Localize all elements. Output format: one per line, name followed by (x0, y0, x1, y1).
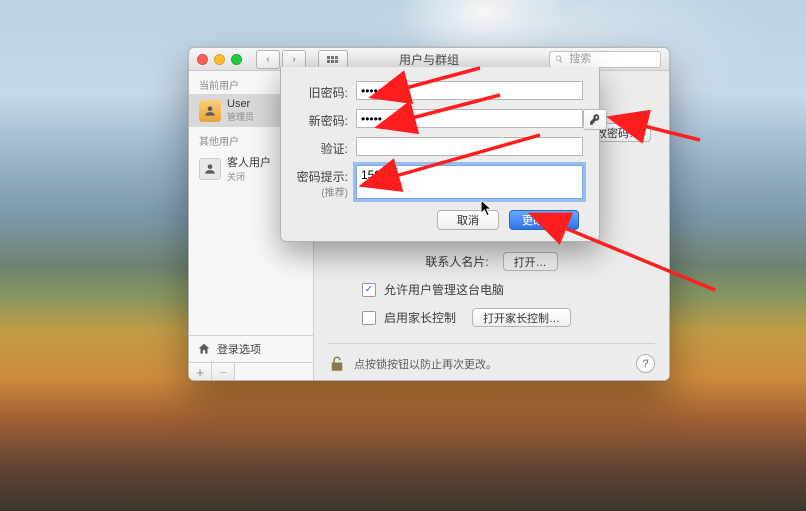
contacts-card-label: 联系人名片: (425, 253, 488, 270)
nav-buttons: ‹ › (256, 50, 306, 69)
forward-button[interactable]: › (282, 50, 306, 69)
lock-icon[interactable] (328, 355, 346, 373)
guest-icon (199, 158, 221, 180)
add-remove-row: + − (189, 362, 313, 381)
open-parental-controls-button[interactable]: 打开家长控制… (472, 308, 571, 327)
login-options[interactable]: 登录选项 (189, 336, 313, 362)
lock-row: 点按锁按钮以防止再次更改。 ? (328, 343, 655, 373)
house-icon (197, 342, 211, 356)
minimize-window-button[interactable] (214, 54, 225, 65)
guest-user-status: 关闭 (227, 170, 271, 183)
chevron-left-icon: ‹ (266, 54, 269, 65)
parental-controls-checkbox[interactable] (362, 311, 376, 325)
password-hint-input[interactable] (356, 165, 583, 199)
password-assistant-button[interactable] (583, 109, 607, 130)
current-user-role: 管理员 (227, 110, 254, 123)
confirm-change-password-button[interactable]: 更改密码 (509, 210, 579, 230)
lock-hint-text: 点按锁按钮以防止再次更改。 (354, 356, 497, 372)
minus-icon: − (219, 365, 227, 380)
back-button[interactable]: ‹ (256, 50, 280, 69)
grid-icon (326, 55, 340, 63)
close-window-button[interactable] (197, 54, 208, 65)
verify-password-input[interactable] (356, 137, 583, 156)
allow-admin-label: 允许用户管理这台电脑 (384, 281, 504, 298)
key-icon (589, 113, 602, 126)
password-hint-label: 密码提示: (推荐) (293, 165, 348, 199)
open-contacts-button[interactable]: 打开… (503, 252, 558, 271)
login-options-label: 登录选项 (217, 341, 261, 357)
new-password-input[interactable] (356, 109, 583, 128)
help-button[interactable]: ? (636, 354, 655, 373)
chevron-right-icon: › (292, 54, 295, 65)
plus-icon: + (196, 365, 204, 380)
allow-admin-checkbox[interactable] (362, 283, 376, 297)
old-password-input[interactable] (356, 81, 583, 100)
verify-password-label: 验证: (293, 137, 348, 157)
add-user-button[interactable]: + (189, 363, 212, 381)
current-user-name: User (227, 98, 250, 110)
cancel-button[interactable]: 取消 (437, 210, 499, 230)
window-controls (197, 54, 242, 65)
old-password-label: 旧密码: (293, 81, 348, 101)
show-all-button[interactable] (318, 50, 348, 69)
guest-user-name: 客人用户 (227, 157, 271, 169)
search-field[interactable] (549, 51, 661, 68)
user-icon (199, 100, 221, 122)
remove-user-button[interactable]: − (212, 363, 235, 381)
parental-controls-label: 启用家长控制 (384, 309, 456, 326)
change-password-sheet: 旧密码: 新密码: 验证: 密码提示: (推荐) 取消 更改密码 (280, 67, 600, 242)
zoom-window-button[interactable] (231, 54, 242, 65)
search-icon (555, 54, 563, 64)
new-password-label: 新密码: (293, 109, 348, 129)
search-input[interactable] (567, 52, 655, 66)
